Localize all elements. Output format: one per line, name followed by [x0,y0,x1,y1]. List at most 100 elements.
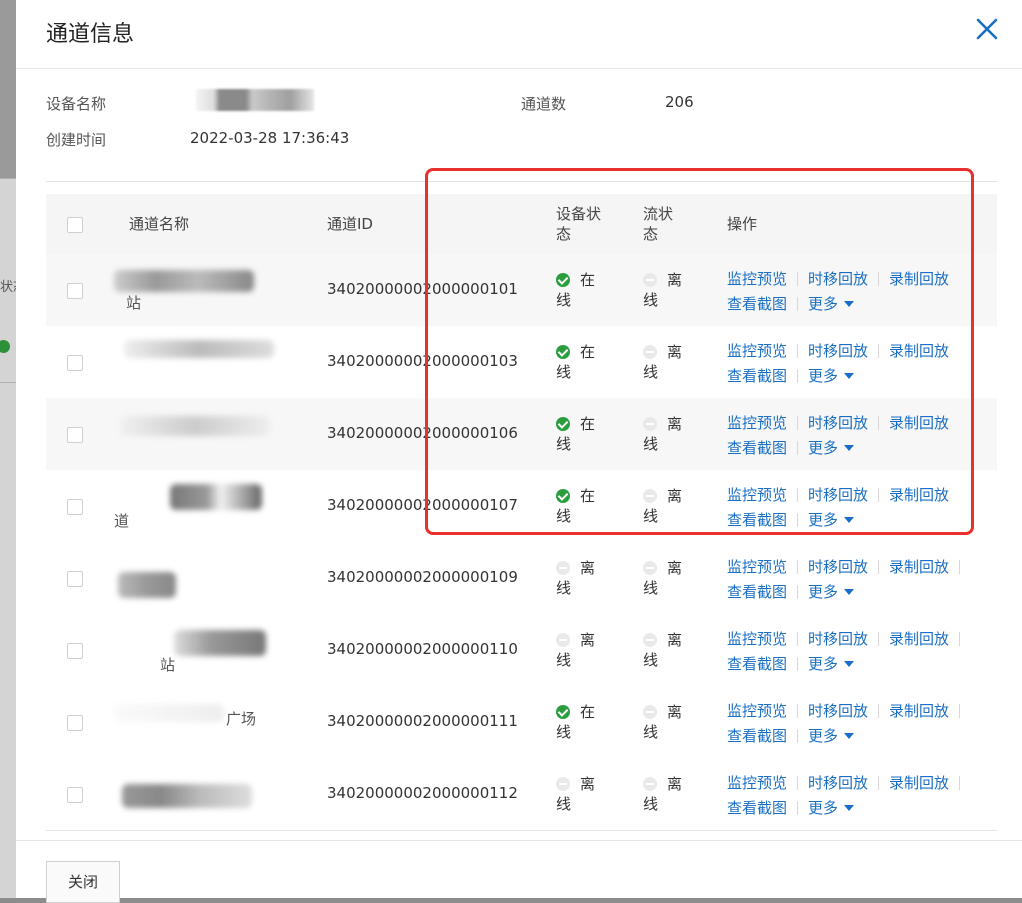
timeshift-playback-link[interactable]: 时移回放 [808,558,868,576]
live-preview-link[interactable]: 监控预览 [727,414,787,432]
recording-playback-link[interactable]: 录制回放 [889,486,949,504]
recording-playback-link[interactable]: 录制回放 [889,702,949,720]
online-check-icon [556,345,570,359]
row-checkbox[interactable] [67,571,83,587]
more-dropdown[interactable]: 更多 [808,295,855,313]
background-page: 状态 [0,0,16,898]
channel-id: 34020000002000000109 [327,568,518,586]
action-separator [797,344,799,358]
stream-status: 离线 [643,342,695,382]
channel-id: 34020000002000000107 [327,496,518,514]
timeshift-playback-link[interactable]: 时移回放 [808,774,868,792]
live-preview-link[interactable]: 监控预览 [727,558,787,576]
row-checkbox[interactable] [67,715,83,731]
row-checkbox[interactable] [67,355,83,371]
caret-down-icon[interactable] [844,589,855,595]
stream-status: 离线 [643,702,695,742]
header-actions: 操作 [727,215,758,233]
recording-playback-link[interactable]: 录制回放 [889,630,949,648]
live-preview-link[interactable]: 监控预览 [727,270,787,288]
view-screenshot-link[interactable]: 查看截图 [727,295,787,313]
channel-name-text: 站 [126,294,142,312]
view-screenshot-link[interactable]: 查看截图 [727,799,787,817]
row-actions: 监控预览 时移回放 录制回放查看截图 更多 [727,411,997,461]
more-dropdown[interactable]: 更多 [808,367,855,385]
recording-playback-link[interactable]: 录制回放 [889,414,949,432]
timeshift-playback-link[interactable]: 时移回放 [808,486,868,504]
dialog-title: 通道信息 [46,22,135,47]
table-row: 34020000002000000112 离线 离线 监控预览 时移回放 录制回放 查看截图… [46,758,997,831]
more-dropdown[interactable]: 更多 [808,583,855,601]
timeshift-playback-link[interactable]: 时移回放 [808,342,868,360]
caret-down-icon[interactable] [844,373,855,379]
caret-down-icon[interactable] [844,733,855,739]
caret-down-icon[interactable] [844,661,855,667]
redacted-channel-name [120,416,270,436]
action-separator [797,441,799,455]
row-checkbox[interactable] [67,283,83,299]
view-screenshot-link[interactable]: 查看截图 [727,583,787,601]
offline-icon [643,705,657,719]
timeshift-playback-link[interactable]: 时移回放 [808,702,868,720]
live-preview-link[interactable]: 监控预览 [727,774,787,792]
row-actions: 监控预览 时移回放 录制回放查看截图 更多 [727,555,997,605]
view-screenshot-link[interactable]: 查看截图 [727,367,787,385]
caret-down-icon[interactable] [844,517,855,523]
row-checkbox[interactable] [67,427,83,443]
view-screenshot-link[interactable]: 查看截图 [727,655,787,673]
more-dropdown[interactable]: 更多 [808,655,855,673]
table-header-row: 通道名称 通道ID 设备状态 流状态 操作 [46,194,997,254]
header-stream-status: 流状态 [643,205,674,243]
device-status: 离线 [556,558,608,598]
row-actions: 监控预览 时移回放 录制回放查看截图 更多 [727,339,997,389]
select-all-checkbox[interactable] [67,217,83,233]
recording-playback-link[interactable]: 录制回放 [889,774,949,792]
table-row: 34020000002000000106 在线 离线 监控预览 时移回放 录制回放 查看截图… [46,398,997,471]
action-separator [797,776,799,790]
more-dropdown[interactable]: 更多 [808,799,855,817]
row-checkbox[interactable] [67,643,83,659]
action-separator [797,585,799,599]
more-dropdown[interactable]: 更多 [808,727,855,745]
action-separator [878,776,880,790]
timeshift-playback-link[interactable]: 时移回放 [808,630,868,648]
close-button[interactable]: 关闭 [46,861,120,903]
timeshift-playback-link[interactable]: 时移回放 [808,270,868,288]
stream-status: 离线 [643,486,695,526]
more-dropdown[interactable]: 更多 [808,511,855,529]
live-preview-link[interactable]: 监控预览 [727,702,787,720]
row-checkbox[interactable] [67,787,83,803]
caret-down-icon[interactable] [844,301,855,307]
redacted-channel-name [170,484,262,510]
channel-id: 34020000002000000101 [327,280,518,298]
channel-count-label: 通道数 [521,95,567,113]
caret-down-icon[interactable] [844,805,855,811]
table-row: 广场 34020000002000000111 在线 离线 监控预览 时移回放 录制回放 查看… [46,686,997,759]
row-checkbox[interactable] [67,499,83,515]
view-screenshot-link[interactable]: 查看截图 [727,727,787,745]
channel-name-cell [114,556,294,600]
action-separator [797,416,799,430]
channel-name-cell: 站 [114,628,294,674]
caret-down-icon[interactable] [844,445,855,451]
stream-status: 离线 [643,414,695,454]
recording-playback-link[interactable]: 录制回放 [889,558,949,576]
view-screenshot-link[interactable]: 查看截图 [727,511,787,529]
recording-playback-link[interactable]: 录制回放 [889,270,949,288]
close-icon[interactable] [974,16,1000,42]
created-time-value: 2022-03-28 17:36:43 [190,129,350,147]
channel-id: 34020000002000000106 [327,424,518,442]
timeshift-playback-link[interactable]: 时移回放 [808,414,868,432]
live-preview-link[interactable]: 监控预览 [727,486,787,504]
offline-icon [643,417,657,431]
channel-id: 34020000002000000110 [327,640,518,658]
online-check-icon [556,417,570,431]
live-preview-link[interactable]: 监控预览 [727,342,787,360]
recording-playback-link[interactable]: 录制回放 [889,342,949,360]
offline-icon [556,633,570,647]
live-preview-link[interactable]: 监控预览 [727,630,787,648]
redacted-channel-name [118,572,176,598]
more-dropdown[interactable]: 更多 [808,439,855,457]
view-screenshot-link[interactable]: 查看截图 [727,439,787,457]
background-status-header-fragment: 状态 [0,280,16,295]
